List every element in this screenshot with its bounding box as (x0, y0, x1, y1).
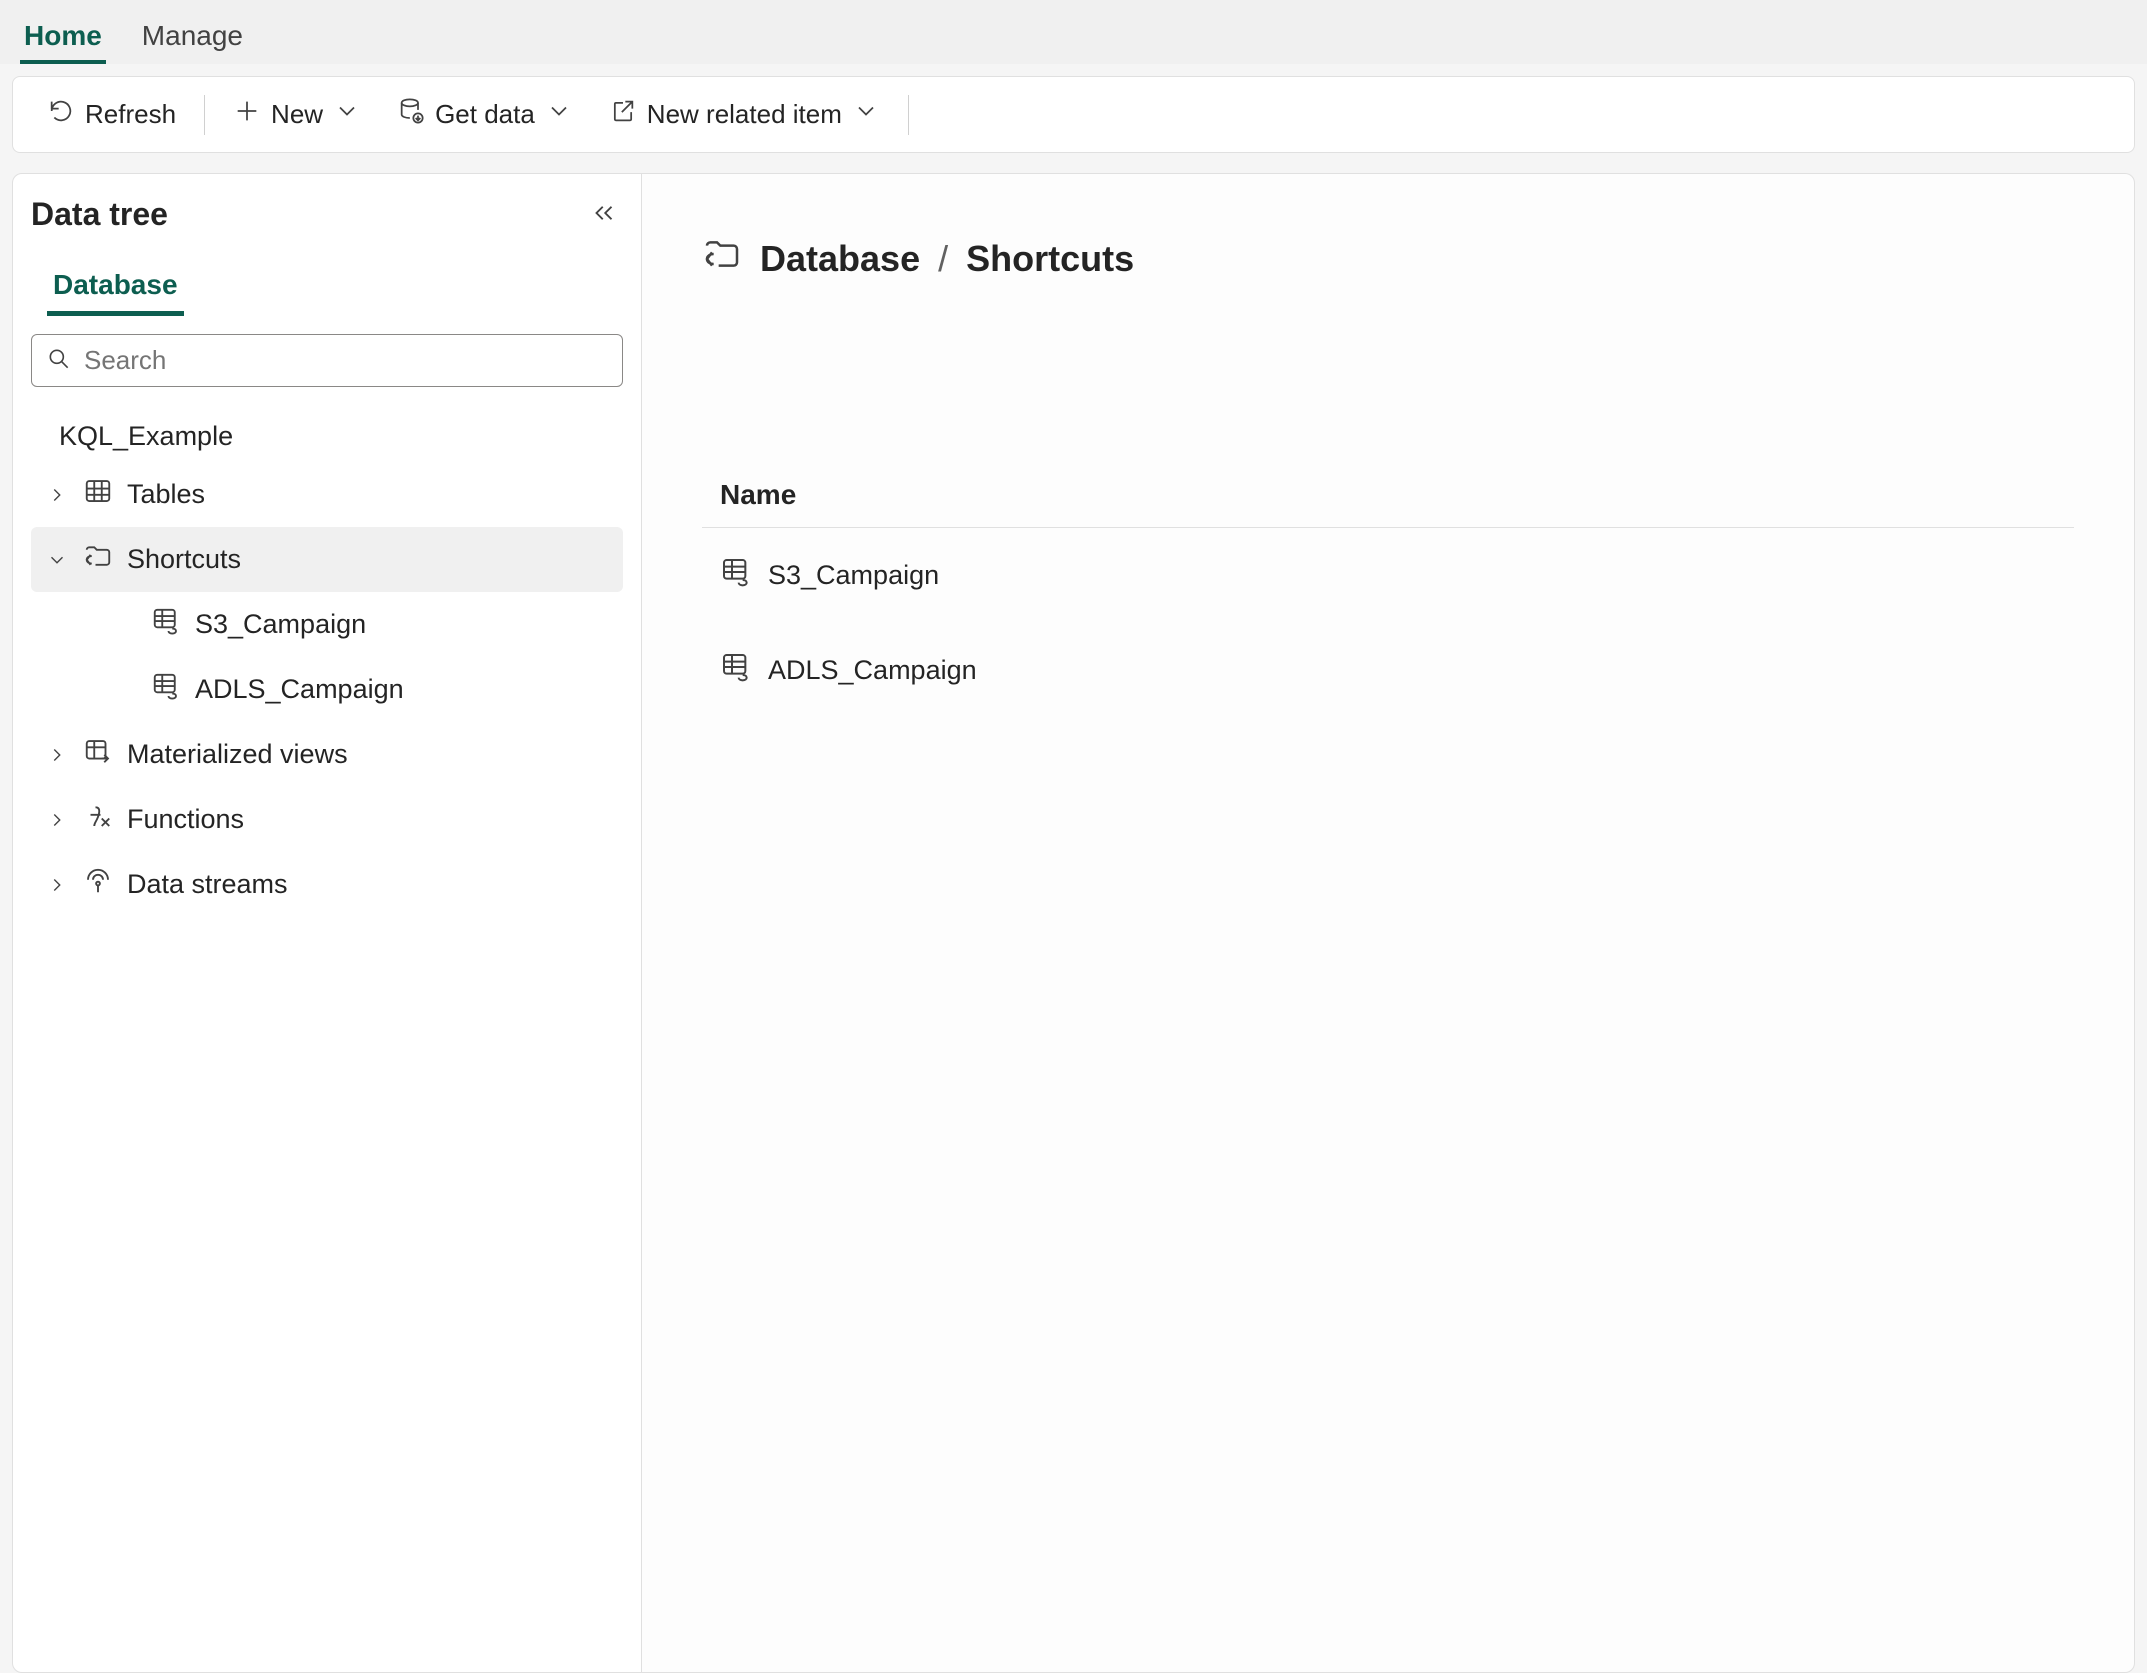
table-icon (83, 476, 113, 513)
plus-icon (233, 97, 261, 132)
tree-item-label: Materialized views (127, 739, 348, 770)
refresh-label: Refresh (85, 99, 176, 130)
tree-root-label: KQL_Example (59, 421, 233, 452)
toolbar-separator (908, 95, 909, 135)
open-external-icon (609, 97, 637, 132)
breadcrumb-root[interactable]: Database (760, 238, 920, 280)
chevron-right-icon (45, 874, 69, 896)
tree-child-shortcut[interactable]: ADLS_Campaign (31, 657, 623, 722)
table-row[interactable]: ADLS_Campaign (702, 623, 2074, 718)
tree: KQL_Example Tables (31, 411, 623, 917)
tree-item-label: Functions (127, 804, 244, 835)
chevron-double-left-icon (589, 215, 619, 231)
breadcrumb: Database / Shortcuts (702, 234, 2074, 283)
folder-shortcut-icon (702, 234, 742, 283)
tree-item-functions[interactable]: Functions (31, 787, 623, 852)
tree-item-label: Tables (127, 479, 205, 510)
get-data-label: Get data (435, 99, 535, 130)
tree-item-tables[interactable]: Tables (31, 462, 623, 527)
table-shortcut-icon (151, 671, 181, 708)
new-related-item-button[interactable]: New related item (595, 89, 894, 140)
chevron-down-icon (852, 97, 880, 132)
database-download-icon (397, 97, 425, 132)
tree-item-label: Data streams (127, 869, 288, 900)
tree-item-shortcuts[interactable]: Shortcuts (31, 527, 623, 592)
tree-item-label: Shortcuts (127, 544, 241, 575)
refresh-button[interactable]: Refresh (33, 89, 190, 140)
breadcrumb-current: Shortcuts (966, 238, 1134, 280)
tab-manage[interactable]: Manage (138, 12, 247, 64)
breadcrumb-separator: / (938, 238, 948, 280)
search-input[interactable] (84, 345, 608, 376)
tab-home[interactable]: Home (20, 12, 106, 64)
row-label: S3_Campaign (768, 560, 939, 591)
folder-shortcut-icon (83, 541, 113, 578)
table-shortcut-icon (720, 556, 752, 595)
chevron-down-icon (333, 97, 361, 132)
tree-root-database[interactable]: KQL_Example (31, 411, 623, 462)
new-button[interactable]: New (219, 89, 375, 140)
collapse-sidebar-button[interactable] (585, 194, 623, 235)
stream-icon (83, 866, 113, 903)
chevron-down-icon (545, 97, 573, 132)
tree-item-data-streams[interactable]: Data streams (31, 852, 623, 917)
chevron-right-icon (45, 484, 69, 506)
search-icon (46, 346, 72, 375)
sidebar-title: Data tree (31, 196, 168, 233)
tab-database[interactable]: Database (47, 259, 184, 316)
tree-child-label: ADLS_Campaign (195, 674, 404, 705)
get-data-button[interactable]: Get data (383, 89, 587, 140)
shortcuts-table: Name S3_Campaign (702, 463, 2074, 718)
toolbar-separator (204, 95, 205, 135)
main-content: Database / Shortcuts Name S3_Campaign (642, 173, 2135, 1673)
sidebar: Data tree Database (12, 173, 642, 1673)
row-label: ADLS_Campaign (768, 655, 977, 686)
refresh-icon (47, 97, 75, 132)
tree-child-label: S3_Campaign (195, 609, 366, 640)
table-row[interactable]: S3_Campaign (702, 528, 2074, 623)
materialized-view-icon (83, 736, 113, 773)
column-header-name[interactable]: Name (702, 463, 2074, 528)
table-shortcut-icon (720, 651, 752, 690)
toolbar: Refresh New Get data (12, 76, 2135, 153)
function-icon (83, 801, 113, 838)
new-label: New (271, 99, 323, 130)
tree-child-shortcut[interactable]: S3_Campaign (31, 592, 623, 657)
chevron-right-icon (45, 809, 69, 831)
search-box[interactable] (31, 334, 623, 387)
new-related-label: New related item (647, 99, 842, 130)
chevron-down-icon (45, 549, 69, 571)
top-tabs: Home Manage (0, 0, 2147, 64)
table-shortcut-icon (151, 606, 181, 643)
tree-item-materialized-views[interactable]: Materialized views (31, 722, 623, 787)
chevron-right-icon (45, 744, 69, 766)
